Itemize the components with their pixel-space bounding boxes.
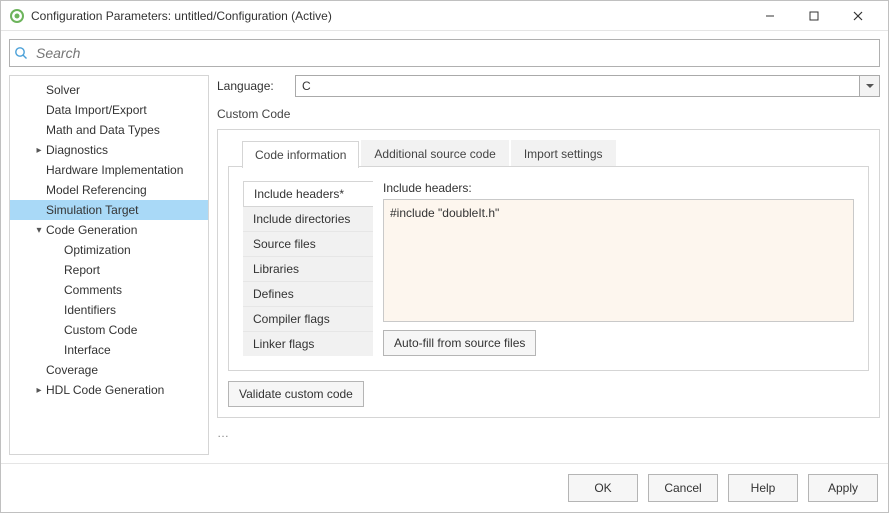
help-button[interactable]: Help: [728, 474, 798, 502]
sidebar-item-label: HDL Code Generation: [46, 383, 164, 397]
category-item-linker-flags[interactable]: Linker flags: [243, 332, 373, 356]
minimize-button[interactable]: [748, 2, 792, 30]
tab-code-information[interactable]: Code information: [242, 141, 359, 168]
language-value: C: [295, 75, 860, 97]
app-icon: [9, 8, 25, 24]
sidebar-item-label: Coverage: [46, 363, 98, 377]
cancel-button[interactable]: Cancel: [648, 474, 718, 502]
sidebar-item-label: Comments: [64, 283, 122, 297]
tree-arrow-icon: ▸: [34, 145, 44, 156]
dialog-footer: OK Cancel Help Apply: [1, 463, 888, 512]
more-ellipsis[interactable]: …: [217, 426, 880, 440]
sidebar-item-label: Model Referencing: [46, 183, 147, 197]
custom-code-section-label: Custom Code: [217, 107, 880, 121]
include-headers-area: Include headers: Auto-fill from source f…: [383, 181, 854, 356]
category-item-include-headers-[interactable]: Include headers*: [243, 181, 373, 207]
window: Configuration Parameters: untitled/Confi…: [0, 0, 889, 513]
sidebar-item-simulation-target[interactable]: Simulation Target: [10, 200, 208, 220]
sidebar-item-label: Identifiers: [64, 303, 116, 317]
include-headers-input[interactable]: [383, 199, 854, 322]
category-item-source-files[interactable]: Source files: [243, 232, 373, 257]
include-headers-label: Include headers:: [383, 181, 854, 195]
sidebar-item-label: Custom Code: [64, 323, 137, 337]
sidebar-item-identifiers[interactable]: Identifiers: [10, 300, 208, 320]
category-item-compiler-flags[interactable]: Compiler flags: [243, 307, 373, 332]
sidebar-item-comments[interactable]: Comments: [10, 280, 208, 300]
window-title: Configuration Parameters: untitled/Confi…: [31, 9, 748, 23]
sidebar-item-hardware-implementation[interactable]: Hardware Implementation: [10, 160, 208, 180]
custom-code-panel: Code informationAdditional source codeIm…: [217, 129, 880, 418]
autofill-button[interactable]: Auto-fill from source files: [383, 330, 536, 356]
sidebar-item-model-referencing[interactable]: Model Referencing: [10, 180, 208, 200]
language-row: Language: C: [217, 75, 880, 97]
sidebar-item-interface[interactable]: Interface: [10, 340, 208, 360]
sidebar-item-label: Data Import/Export: [46, 103, 147, 117]
sidebar-item-code-generation[interactable]: ▾Code Generation: [10, 220, 208, 240]
main-panel: Language: C Custom Code Code information…: [217, 75, 880, 455]
window-controls: [748, 2, 880, 30]
maximize-button[interactable]: [792, 2, 836, 30]
sidebar-item-label: Diagnostics: [46, 143, 108, 157]
tab-additional-source-code[interactable]: Additional source code: [361, 140, 508, 167]
category-item-include-directories[interactable]: Include directories: [243, 207, 373, 232]
sidebar-item-label: Hardware Implementation: [46, 163, 183, 177]
search-bar: [9, 39, 880, 67]
category-item-defines[interactable]: Defines: [243, 282, 373, 307]
close-button[interactable]: [836, 2, 880, 30]
search-input[interactable]: [32, 43, 879, 63]
search-wrapper: [1, 31, 888, 67]
tree-arrow-icon: ▸: [34, 385, 44, 396]
chevron-down-icon[interactable]: [860, 75, 880, 97]
category-list: Include headers*Include directoriesSourc…: [243, 181, 373, 356]
search-icon: [10, 46, 32, 60]
sidebar-item-custom-code[interactable]: Custom Code: [10, 320, 208, 340]
sidebar-item-label: Report: [64, 263, 100, 277]
sidebar-item-label: Math and Data Types: [46, 123, 160, 137]
validate-button[interactable]: Validate custom code: [228, 381, 364, 407]
sidebar-item-data-import-export[interactable]: Data Import/Export: [10, 100, 208, 120]
language-label: Language:: [217, 79, 295, 93]
sidebar-item-label: Optimization: [64, 243, 131, 257]
sidebar-item-hdl-code-generation[interactable]: ▸HDL Code Generation: [10, 380, 208, 400]
sidebar-item-solver[interactable]: Solver: [10, 80, 208, 100]
sidebar-item-report[interactable]: Report: [10, 260, 208, 280]
sidebar-item-label: Code Generation: [46, 223, 137, 237]
sidebar: Solver Data Import/Export Math and Data …: [9, 75, 209, 455]
tab-import-settings[interactable]: Import settings: [511, 140, 616, 167]
tabs: Code informationAdditional source codeIm…: [242, 140, 869, 167]
body-area: Solver Data Import/Export Math and Data …: [1, 67, 888, 463]
language-select[interactable]: C: [295, 75, 880, 97]
ok-button[interactable]: OK: [568, 474, 638, 502]
sidebar-item-coverage[interactable]: Coverage: [10, 360, 208, 380]
sidebar-item-label: Solver: [46, 83, 80, 97]
sidebar-item-diagnostics[interactable]: ▸Diagnostics: [10, 140, 208, 160]
category-item-libraries[interactable]: Libraries: [243, 257, 373, 282]
code-information-pane: Include headers*Include directoriesSourc…: [228, 166, 869, 371]
tree-arrow-icon: ▾: [34, 225, 44, 236]
sidebar-item-optimization[interactable]: Optimization: [10, 240, 208, 260]
sidebar-item-label: Interface: [64, 343, 111, 357]
sidebar-item-label: Simulation Target: [46, 203, 139, 217]
titlebar: Configuration Parameters: untitled/Confi…: [1, 1, 888, 31]
apply-button[interactable]: Apply: [808, 474, 878, 502]
sidebar-item-math-and-data-types[interactable]: Math and Data Types: [10, 120, 208, 140]
